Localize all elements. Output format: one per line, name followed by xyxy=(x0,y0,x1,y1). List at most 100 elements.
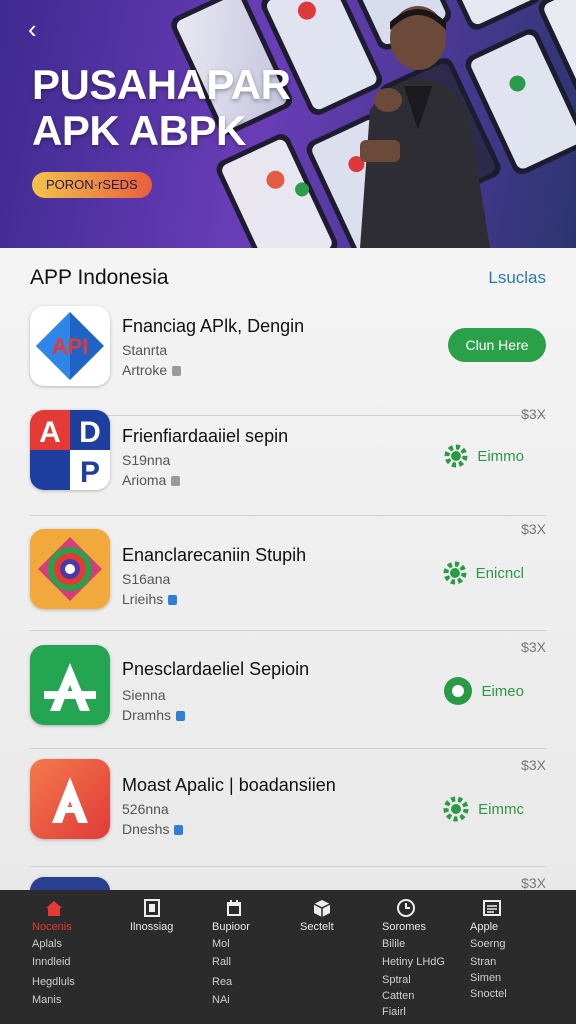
app-icon-text: API xyxy=(52,334,89,359)
tab-subitem[interactable]: Catten xyxy=(382,990,414,1002)
app-name: Enanclarecaniin Stupih xyxy=(122,545,307,565)
lock-icon xyxy=(176,711,186,721)
app-subtitle: 526nna xyxy=(122,801,169,817)
back-icon[interactable]: ‹ xyxy=(28,14,54,44)
hero-title: PUSAHAPAR APK ABPK xyxy=(32,61,291,154)
tab-subitem[interactable]: Hetiny LHdG xyxy=(382,956,445,968)
app-subtitle: Sienna xyxy=(122,687,166,703)
app-subtitle: S16ana xyxy=(122,571,171,587)
tab-subitem[interactable]: Hegdluls xyxy=(32,976,75,988)
svg-text:A: A xyxy=(39,416,61,449)
gear-icon xyxy=(443,796,469,822)
tab-label: Ilnossiag xyxy=(130,921,174,933)
app-list-item[interactable]: $3X Moast Apalic | boadansiien 526nna Dn… xyxy=(0,749,576,867)
app-developer-text: Dneshs xyxy=(122,821,170,837)
install-label: Eimmo xyxy=(477,447,524,465)
tab-label: Sectelt xyxy=(300,921,334,933)
tab-subitem[interactable]: Stran xyxy=(470,956,496,968)
gear-icon xyxy=(444,444,468,468)
app-developer: Artroke xyxy=(122,362,182,378)
tab-label: Soromes xyxy=(382,921,427,933)
app-icon-adp: A D P xyxy=(30,410,110,490)
get-app-button[interactable]: Clun Here xyxy=(448,328,546,362)
tab-subitem[interactable]: Sptral xyxy=(382,974,411,986)
lock-icon xyxy=(168,595,178,605)
app-price: $3X xyxy=(521,875,546,890)
app-developer: Dramhs xyxy=(122,707,186,723)
tab-label: Nocenis xyxy=(32,921,72,933)
box-icon xyxy=(313,900,331,917)
tab-subitem[interactable]: Simen xyxy=(470,972,501,984)
app-name: Pnesclardaeliel Sepioin xyxy=(122,659,310,679)
lock-icon xyxy=(171,476,181,486)
app-price: $3X xyxy=(521,757,546,773)
download-icon xyxy=(444,677,473,705)
install-label: Eimeo xyxy=(481,682,524,700)
list-icon xyxy=(483,900,501,916)
app-list-item[interactable]: $3X Pnesclardaeliel Sepioin Sienna Dramh… xyxy=(0,631,576,749)
section-title: APP Indonesia xyxy=(30,266,169,289)
tab-subitem[interactable]: Fiairl xyxy=(382,1006,406,1018)
app-price: $3X xyxy=(521,521,546,537)
tab-packages[interactable]: Sectelt xyxy=(298,890,378,1024)
app-developer-text: Dramhs xyxy=(122,707,172,723)
section-see-all-link[interactable]: Lsuclas xyxy=(488,268,546,288)
tab-label: Bupioor xyxy=(212,921,250,933)
app-list-item[interactable]: $3X A D P Frienfiardaaiiel sepin S19nna … xyxy=(0,398,576,516)
tab-label: Apple xyxy=(470,921,499,933)
app-name: Fnanciag APlk, Dengin xyxy=(122,316,305,336)
install-label: Enicncl xyxy=(475,564,524,582)
app-name: Frienfiardaaiiel sepin xyxy=(122,426,289,446)
install-button[interactable]: Eimmc xyxy=(442,795,524,823)
tab-subitem[interactable]: Snoctel xyxy=(470,988,507,1000)
install-button[interactable]: Eimeo xyxy=(443,677,524,705)
tab-subitem[interactable]: Aplals xyxy=(32,938,62,950)
svg-text:P: P xyxy=(80,456,100,489)
tab-subitem[interactable]: Inndleid xyxy=(32,956,71,968)
tab-calendar[interactable]: Bupioor Mol Rall Rea NAi xyxy=(210,890,290,1024)
tab-subitem[interactable]: Mol xyxy=(212,938,230,950)
app-developer: Lrieihs xyxy=(122,591,178,607)
tab-subitem[interactable]: Rea xyxy=(212,976,232,988)
install-label: Eimmc xyxy=(478,800,524,818)
app-name: Moast Apalic | boadansiien xyxy=(122,775,336,795)
app-list-item[interactable]: $3X Enanclarecaniin Stupih S16ana Lrieih… xyxy=(0,513,576,631)
bottom-tab-bar: Nocenis Aplals Inndleid Hegdluls Manis I… xyxy=(0,890,576,1024)
tab-subitem[interactable]: Bilile xyxy=(382,938,405,950)
app-list-item[interactable]: $3X xyxy=(0,867,576,890)
app-icon-partial xyxy=(30,877,110,890)
clock-icon xyxy=(397,899,415,917)
app-icon-a-red xyxy=(30,759,110,839)
tab-home[interactable]: Nocenis Aplals Inndleid Hegdluls Manis xyxy=(30,890,110,1024)
hero-pill-button[interactable]: PORON·rSEDS xyxy=(32,172,152,198)
gear-icon xyxy=(443,561,467,585)
app-list-section: APP Indonesia Lsuclas API Fnanciag APlk,… xyxy=(0,248,576,890)
app-developer-text: Lrieihs xyxy=(122,591,164,607)
hero-title-line2: APK ABPK xyxy=(32,107,246,154)
lock-icon xyxy=(174,825,184,835)
tab-subitem[interactable]: Manis xyxy=(32,994,61,1006)
install-button[interactable]: Enicncl xyxy=(442,559,524,587)
tab-subitem[interactable]: Soerng xyxy=(470,938,505,950)
calendar-icon xyxy=(227,900,241,916)
app-icon-camera xyxy=(30,529,110,609)
install-button[interactable]: Eimmo xyxy=(443,442,524,470)
app-developer-text: Arioma xyxy=(122,472,167,488)
tab-subitem[interactable]: NAi xyxy=(212,994,230,1006)
app-subtitle: S19nna xyxy=(122,452,171,468)
tab-updates[interactable]: Soromes Bilile Hetiny LHdG Sptral Catten… xyxy=(382,890,462,1024)
lock-icon xyxy=(172,366,182,376)
tab-apple[interactable]: Apple Soerng Stran Simen Snoctel xyxy=(468,890,548,1024)
app-subtitle: Stanrta xyxy=(122,342,168,358)
app-icon-api: API xyxy=(30,306,110,386)
home-icon xyxy=(46,901,62,916)
tab-subitem[interactable]: Rall xyxy=(212,956,231,968)
tab-library[interactable]: Ilnossiag xyxy=(128,890,208,1024)
app-price: $3X xyxy=(521,639,546,655)
app-price: $3X xyxy=(521,406,546,422)
app-developer: Dneshs xyxy=(122,821,184,837)
hero-title-line1: PUSAHAPAR xyxy=(32,61,291,108)
hero-banner: ‹ PUSAHAPAR APK ABPK PORON·rSEDS xyxy=(0,0,576,248)
app-developer-text: Artroke xyxy=(122,362,168,378)
app-icon-a-green xyxy=(30,645,110,725)
